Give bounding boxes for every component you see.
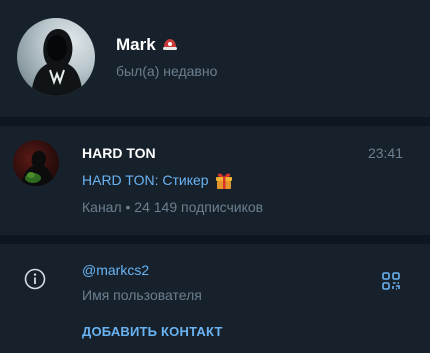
hooded-figure-image bbox=[31, 29, 83, 96]
info-icon bbox=[24, 268, 46, 290]
channel-card[interactable]: HARD TON 23:41 HARD TON: Стикер Канал • … bbox=[0, 126, 430, 235]
channel-title: HARD TON bbox=[82, 145, 156, 161]
profile-status: был(а) недавно bbox=[116, 63, 218, 79]
section-divider bbox=[0, 235, 430, 244]
profile-avatar[interactable] bbox=[17, 18, 95, 96]
profile-header: Mark был(а) недавно bbox=[0, 0, 430, 117]
gift-emoji-icon bbox=[214, 170, 234, 190]
channel-meta: Канал • 24 149 подписчиков bbox=[82, 199, 264, 215]
last-message: HARD TON: Стикер bbox=[82, 170, 234, 190]
add-contact-button[interactable]: ДОБАВИТЬ КОНТАКТ bbox=[82, 324, 223, 339]
info-section: @markcs2 Имя пользователя ДОБАВИТЬ КОНТА… bbox=[0, 244, 430, 353]
channel-avatar bbox=[13, 140, 59, 186]
qr-code-icon[interactable] bbox=[382, 272, 400, 290]
username-label: Имя пользователя bbox=[82, 287, 202, 303]
cap-emoji-icon[interactable] bbox=[162, 38, 178, 52]
last-message-text: HARD TON: Стикер bbox=[82, 172, 209, 188]
profile-name: Mark bbox=[116, 35, 156, 54]
username-link[interactable]: @markcs2 bbox=[82, 262, 149, 278]
message-time: 23:41 bbox=[367, 145, 403, 161]
section-divider bbox=[0, 117, 430, 126]
